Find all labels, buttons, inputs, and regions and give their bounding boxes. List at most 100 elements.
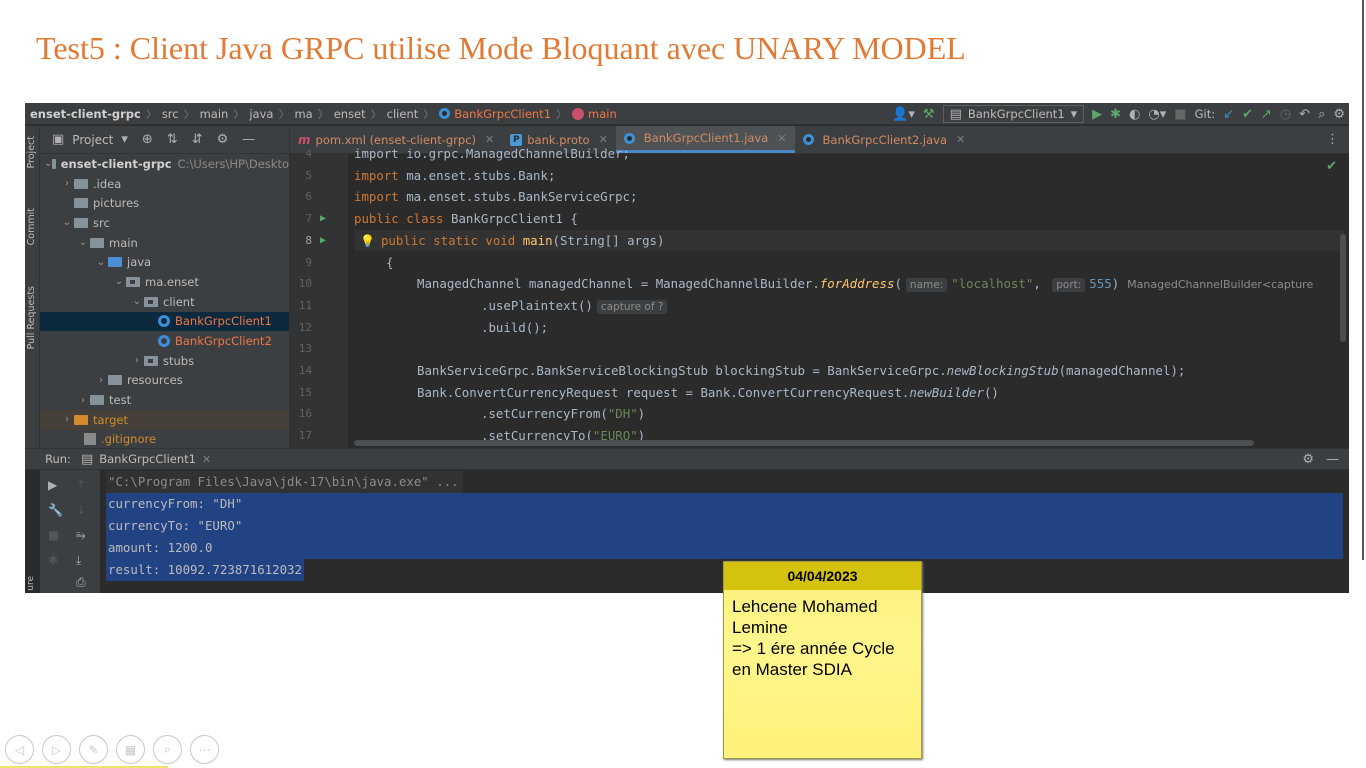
run-icon[interactable]: ▶ [1092, 108, 1102, 121]
tree-item-client[interactable]: ⌄ client [40, 292, 289, 312]
chevron-down-icon[interactable]: ▾ [121, 133, 128, 146]
user-icon[interactable]: 👤▾ [892, 108, 915, 121]
wrench-icon[interactable]: 🔧 [48, 503, 63, 517]
git-label: Git: [1194, 107, 1216, 121]
folder-icon [74, 178, 88, 189]
run-config-dropdown[interactable]: ▤ BankGrpcClient1 ▾ [942, 105, 1085, 123]
pull-requests-tool-tab[interactable]: Pull Requests [26, 286, 37, 349]
more-icon[interactable]: ⋯ [190, 735, 219, 764]
tree-item-pictures[interactable]: pictures [40, 193, 289, 213]
project-view-dropdown[interactable]: Project [72, 133, 113, 147]
code-line-current: 💡 public static void main(String[] args) [354, 229, 1344, 252]
more-tabs-icon[interactable]: ⋮ [1326, 132, 1339, 147]
code-line: .setCurrencyFrom("DH") [481, 406, 646, 422]
commit-tool-tab[interactable]: Commit [26, 208, 37, 245]
tree-item-test[interactable]: › test [40, 390, 289, 410]
breadcrumb-client[interactable]: client [387, 107, 419, 121]
gear-icon[interactable]: ⚙ [1302, 452, 1314, 467]
prev-slide-icon[interactable]: ◁ [5, 735, 34, 764]
breadcrumb-java[interactable]: java [249, 107, 273, 121]
scroll-up-icon[interactable]: ↑ [76, 478, 86, 492]
class-icon [158, 315, 170, 328]
close-icon[interactable]: ✕ [202, 453, 211, 466]
tab-bankgrpcclient1[interactable]: BankGrpcClient1.java ✕ [615, 126, 795, 153]
breadcrumb-project[interactable]: enset-client-grpc [30, 107, 141, 121]
debug-icon[interactable]: ✱ [48, 553, 58, 567]
pen-icon[interactable]: ✎ [79, 735, 108, 764]
scroll-to-end-icon[interactable]: ⤓ [76, 553, 81, 568]
rollback-icon[interactable]: ↶ [1299, 108, 1310, 121]
class-icon [802, 134, 814, 145]
coverage-icon[interactable]: ◐ [1129, 108, 1140, 121]
locate-icon[interactable]: ⊕ [142, 132, 153, 147]
print-icon[interactable]: ⎙ [76, 575, 86, 590]
structure-tool-tab[interactable]: ure [26, 576, 36, 591]
history-icon[interactable]: ◷ [1280, 108, 1291, 121]
console-line: "C:\Program Files\Java\jdk-17\bin\java.e… [106, 471, 463, 493]
rerun-icon[interactable]: ▶ [48, 478, 57, 492]
breadcrumb-method[interactable]: main [588, 107, 617, 121]
slideshow-controls: ◁ ▷ ✎ ▦ ⌕ ⋯ [5, 735, 219, 764]
tree-item-stubs[interactable]: › stubs [40, 351, 289, 371]
tab-label: BankGrpcClient1.java [643, 131, 769, 145]
scroll-down-icon[interactable]: ↓ [76, 503, 86, 517]
git-update-icon[interactable]: ↙ [1223, 108, 1234, 121]
line-number: 7 [305, 212, 312, 226]
project-view-icon: ▣ [52, 132, 65, 147]
hide-icon[interactable]: — [1326, 452, 1339, 467]
breadcrumb-src[interactable]: src [162, 107, 179, 121]
tree-item-resources[interactable]: › resources [40, 371, 289, 391]
breadcrumb-enset[interactable]: enset [334, 107, 366, 121]
gear-icon[interactable]: ⚙ [217, 132, 229, 147]
close-icon[interactable]: ✕ [777, 132, 786, 145]
horizontal-scrollbar[interactable] [354, 440, 1254, 446]
tree-item-gitignore[interactable]: .gitignore [40, 430, 289, 448]
breadcrumb-main[interactable]: main [200, 107, 229, 121]
console-line: currencyTo: "EURO" [106, 515, 1343, 537]
run-tab[interactable]: ▤ BankGrpcClient1 ✕ [81, 452, 211, 466]
breadcrumb-class[interactable]: BankGrpcClient1 [454, 107, 551, 121]
tree-item-target[interactable]: › target [40, 409, 289, 430]
code-area[interactable]: import io.grpc.ManagedChannelBuilder; im… [354, 146, 1344, 448]
debug-icon[interactable]: ✱ [1110, 108, 1121, 121]
settings-icon[interactable]: ⚙ [1333, 108, 1345, 121]
next-slide-icon[interactable]: ▷ [42, 735, 71, 764]
run-gutter-icon[interactable]: ▶ [320, 230, 326, 252]
profile-icon[interactable]: ◔▾ [1148, 108, 1166, 121]
breadcrumb-ma[interactable]: ma [294, 107, 312, 121]
collapse-all-icon[interactable]: ⇵ [192, 132, 203, 147]
stop-icon[interactable]: ■ [1174, 108, 1186, 121]
note-body: Lehcene Mohamed Lemine => 1 ére année Cy… [724, 590, 921, 686]
tree-item-bankgrpcclient1[interactable]: BankGrpcClient1 [40, 311, 289, 332]
git-commit-icon[interactable]: ✔ [1242, 108, 1253, 121]
code-line: .usePlaintext() capture of ? [481, 295, 671, 317]
expand-all-icon[interactable]: ⇅ [167, 132, 178, 147]
tree-item-ma-enset[interactable]: ⌄ ma.enset [40, 272, 289, 292]
tree-item-bankgrpcclient2[interactable]: BankGrpcClient2 [40, 331, 289, 351]
code-line: { [386, 254, 394, 270]
run-config-label: BankGrpcClient1 [967, 107, 1065, 121]
project-tool-tab[interactable]: Project [26, 136, 37, 169]
soft-wrap-icon[interactable]: ⥱ [76, 528, 86, 543]
tab-bankgrpcclient2[interactable]: BankGrpcClient2.java ✕ [795, 126, 974, 153]
tree-item-project-root[interactable]: ⌄ enset-client-grpc C:\Users\HP\Deskto [40, 154, 289, 174]
lightbulb-icon[interactable]: 💡 [360, 234, 375, 248]
zoom-icon[interactable]: ⌕ [153, 735, 182, 764]
hide-icon[interactable]: — [242, 132, 255, 147]
tree-item-idea[interactable]: › .idea [40, 174, 289, 194]
tree-item-java[interactable]: ⌄ java [40, 252, 289, 272]
sticky-note: 04/04/2023 Lehcene Mohamed Lemine => 1 é… [723, 561, 922, 759]
vertical-scrollbar[interactable] [1340, 234, 1346, 342]
slides-grid-icon[interactable]: ▦ [116, 735, 145, 764]
tree-item-main[interactable]: ⌄ main [40, 233, 289, 253]
code-line: import ma.enset.stubs.Bank; [354, 167, 556, 183]
git-push-icon[interactable]: ↗ [1261, 108, 1272, 121]
tree-label: resources [127, 373, 183, 388]
line-number: 11 [298, 298, 312, 312]
close-icon[interactable]: ✕ [956, 133, 965, 146]
search-icon[interactable]: ⌕ [1318, 108, 1325, 121]
build-hammer-icon[interactable]: ⚒ [923, 108, 935, 121]
stop-icon[interactable]: ■ [48, 528, 59, 542]
tree-item-src[interactable]: ⌄ src [40, 213, 289, 233]
run-gutter-icon[interactable]: ▶ [320, 208, 326, 230]
